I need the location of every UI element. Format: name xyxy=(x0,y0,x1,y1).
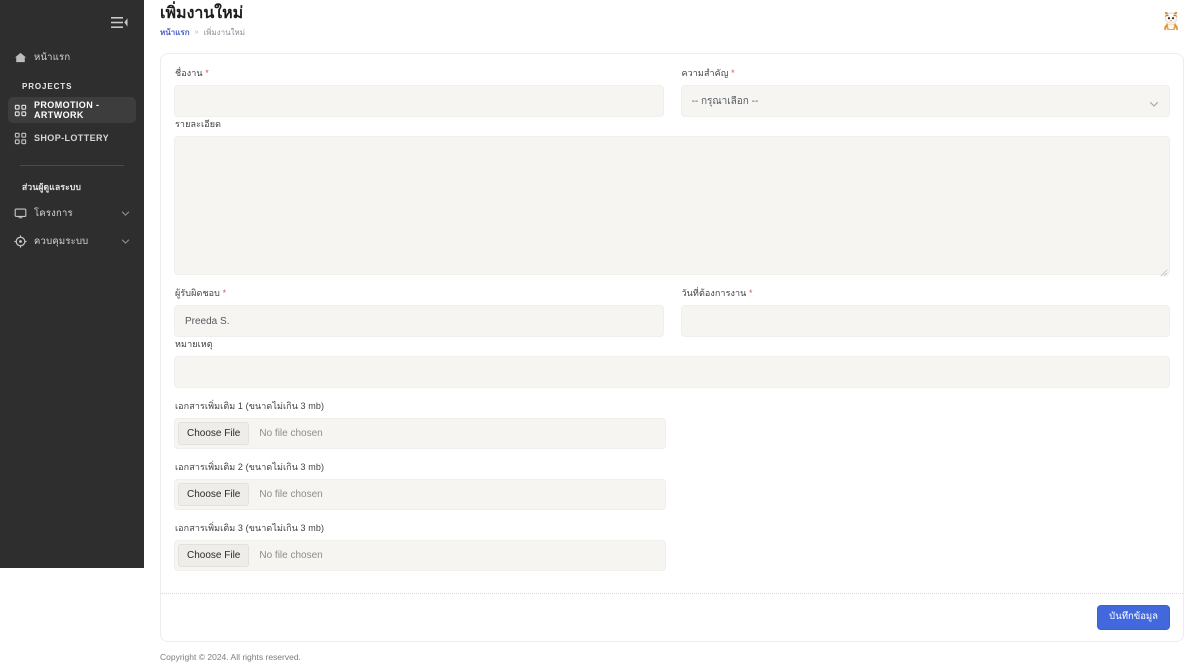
sidebar-item-home-label: หน้าแรก xyxy=(34,51,71,63)
form-card-footer: บันทึกข้อมูล xyxy=(161,593,1183,641)
chevron-down-icon[interactable] xyxy=(121,209,130,218)
sidebar-item-projects-admin-label: โครงการ xyxy=(34,207,73,219)
form-row-name-priority: ชื่องาน * ความสำคัญ * -- กรุณาเลือก -- xyxy=(174,66,1170,117)
attachment-1-choose-file-button[interactable]: Choose File xyxy=(178,422,250,445)
priority-select[interactable]: -- กรุณาเลือก -- xyxy=(680,85,1170,117)
chevron-down-icon[interactable] xyxy=(121,237,130,246)
sidebar-nav: หน้าแรก PROJECTS PROMOTION - ARTWORK SHO… xyxy=(0,44,144,256)
details-label: รายละเอียด xyxy=(175,119,222,129)
sidebar-item-system-control-label: ควบคุมระบบ xyxy=(34,235,89,247)
job-name-input[interactable] xyxy=(174,85,664,117)
details-textarea-wrap xyxy=(174,136,1170,277)
main-content: เพิ่มงานใหม่ หน้าแรก » เพิ่มงานใหม่ ชื่อ… xyxy=(144,0,1200,664)
sidebar-divider xyxy=(20,165,124,166)
remark-label: หมายเหตุ xyxy=(175,339,213,349)
due-date-label: วันที่ต้องการงาน * xyxy=(681,288,753,298)
field-job-name: ชื่องาน * xyxy=(174,66,664,117)
priority-label: ความสำคัญ * xyxy=(681,68,735,78)
attachment-1-status: No file chosen xyxy=(259,428,323,439)
grid-icon xyxy=(14,104,27,117)
sidebar-item-system-control[interactable]: ควบคุมระบบ xyxy=(8,228,136,254)
form-body: ชื่องาน * ความสำคัญ * -- กรุณาเลือก -- ร… xyxy=(161,54,1183,595)
sidebar: หน้าแรก PROJECTS PROMOTION - ARTWORK SHO… xyxy=(0,0,144,568)
breadcrumb-current: เพิ่มงานใหม่ xyxy=(203,28,246,38)
home-icon xyxy=(14,51,27,64)
form-card-wrapper: ชื่องาน * ความสำคัญ * -- กรุณาเลือก -- ร… xyxy=(144,53,1200,642)
attachment-1-label: เอกสารเพิ่มเติม 1 (ขนาดไม่เกิน 3 mb) xyxy=(175,401,325,411)
breadcrumb: หน้าแรก » เพิ่มงานใหม่ xyxy=(160,26,245,39)
required-asterisk: * xyxy=(749,288,753,298)
attachment-2-choose-file-button[interactable]: Choose File xyxy=(178,483,250,506)
attachment-2-file-input[interactable]: Choose File No file chosen xyxy=(174,479,666,510)
attachment-1-file-input[interactable]: Choose File No file chosen xyxy=(174,418,666,449)
field-details: รายละเอียด xyxy=(174,117,1170,277)
field-attachment-3: เอกสารเพิ่มเติม 3 (ขนาดไม่เกิน 3 mb) Cho… xyxy=(174,521,1170,571)
page-footer: Copyright © 2024. All rights reserved. xyxy=(160,652,301,662)
priority-select-wrap: -- กรุณาเลือก -- xyxy=(680,85,1170,117)
attachment-3-status: No file chosen xyxy=(259,550,323,561)
monitor-icon xyxy=(14,207,27,220)
sidebar-section-admin: ส่วนผู้ดูแลระบบ xyxy=(22,182,82,192)
attachment-2-label: เอกสารเพิ่มเติม 2 (ขนาดไม่เกิน 3 mb) xyxy=(175,462,325,472)
sidebar-section-projects: PROJECTS xyxy=(22,82,73,91)
attachment-2-status: No file chosen xyxy=(259,489,323,500)
save-button[interactable]: บันทึกข้อมูล xyxy=(1097,605,1170,630)
required-asterisk: * xyxy=(205,68,209,78)
top-bar: เพิ่มงานใหม่ หน้าแรก » เพิ่มงานใหม่ xyxy=(144,0,1200,53)
sidebar-item-projects-admin[interactable]: โครงการ xyxy=(8,200,136,226)
grid-icon xyxy=(14,132,27,145)
owner-label: ผู้รับผิดชอบ * xyxy=(175,288,227,298)
required-asterisk: * xyxy=(222,288,227,298)
form-row-owner-date: ผู้รับผิดชอบ * วันที่ต้องการงาน * xyxy=(174,286,1170,337)
sidebar-item-shop-lottery-label: SHOP-LOTTERY xyxy=(34,133,109,143)
remark-input[interactable] xyxy=(174,356,1170,388)
field-attachment-1: เอกสารเพิ่มเติม 1 (ขนาดไม่เกิน 3 mb) Cho… xyxy=(174,399,1170,449)
breadcrumb-separator: » xyxy=(194,29,199,37)
app-root: หน้าแรก PROJECTS PROMOTION - ARTWORK SHO… xyxy=(0,0,1200,664)
sidebar-item-promotion-artwork[interactable]: PROMOTION - ARTWORK xyxy=(8,97,136,123)
job-form-card: ชื่องาน * ความสำคัญ * -- กรุณาเลือก -- ร… xyxy=(160,53,1184,642)
menu-collapse-icon[interactable] xyxy=(111,16,128,29)
breadcrumb-home[interactable]: หน้าแรก xyxy=(160,26,190,39)
attachment-3-label: เอกสารเพิ่มเติม 3 (ขนาดไม่เกิน 3 mb) xyxy=(175,523,325,533)
field-remark: หมายเหตุ xyxy=(174,337,1170,388)
sidebar-item-shop-lottery[interactable]: SHOP-LOTTERY xyxy=(8,125,136,151)
owner-input[interactable] xyxy=(174,305,664,337)
sidebar-header xyxy=(0,0,144,44)
field-attachment-2: เอกสารเพิ่มเติม 2 (ขนาดไม่เกิน 3 mb) Cho… xyxy=(174,460,1170,510)
page-heading: เพิ่มงานใหม่ หน้าแรก » เพิ่มงานใหม่ xyxy=(160,5,245,39)
field-owner: ผู้รับผิดชอบ * xyxy=(174,286,664,337)
job-name-label: ชื่องาน * xyxy=(175,68,209,78)
sidebar-item-home[interactable]: หน้าแรก xyxy=(8,44,136,70)
required-asterisk: * xyxy=(731,68,735,78)
due-date-input[interactable] xyxy=(680,305,1170,337)
details-textarea[interactable] xyxy=(174,136,1170,275)
attachment-3-choose-file-button[interactable]: Choose File xyxy=(178,544,250,567)
gear-icon xyxy=(14,234,27,248)
avatar[interactable] xyxy=(1158,9,1184,35)
page-title: เพิ่มงานใหม่ xyxy=(160,5,244,22)
field-due-date: วันที่ต้องการงาน * xyxy=(680,286,1170,337)
attachment-3-file-input[interactable]: Choose File No file chosen xyxy=(174,540,666,571)
sidebar-item-promotion-artwork-label: PROMOTION - ARTWORK xyxy=(34,100,100,120)
field-priority: ความสำคัญ * -- กรุณาเลือก -- xyxy=(680,66,1170,117)
